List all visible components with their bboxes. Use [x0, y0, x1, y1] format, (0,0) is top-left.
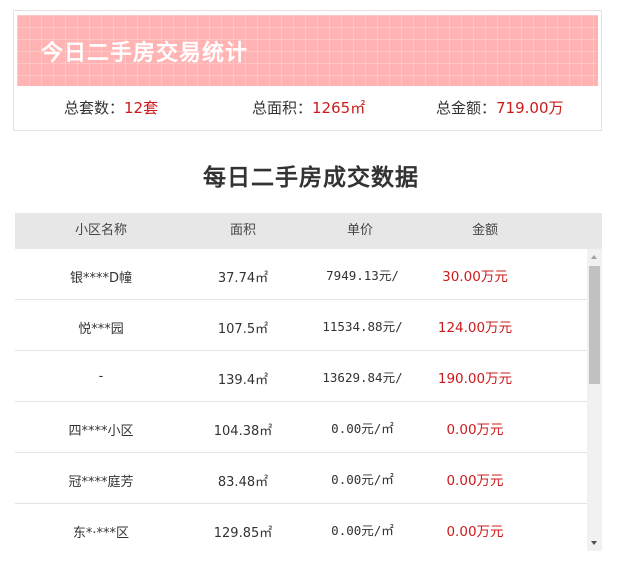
header-community-name: 小区名称	[74, 223, 127, 238]
table-row: 银****D幢 37.74㎡ 7949.13元/ 30.00万元	[15, 249, 587, 300]
total-amount-value: 719.00万	[496, 99, 564, 117]
cell-area: 104.38㎡	[213, 424, 273, 439]
scroll-down-arrow-icon[interactable]	[587, 536, 602, 551]
cell-amount: 0.00万元	[446, 422, 504, 438]
cell-community-name: 冠****庭芳	[68, 475, 134, 490]
table-header: 小区名称 面积 单价 金额	[15, 213, 602, 249]
cell-community-name: 四****小区	[68, 424, 134, 439]
table-body[interactable]: 银****D幢 37.74㎡ 7949.13元/ 30.00万元 悦***园 1…	[15, 249, 587, 551]
table-row: 四****小区 104.38㎡ 0.00元/㎡ 0.00万元	[15, 402, 587, 453]
scrollbar-thumb[interactable]	[589, 266, 600, 384]
total-amount-stat: 总金额：719.00万	[436, 97, 564, 118]
total-area-stat: 总面积：1265㎡	[252, 97, 365, 118]
cell-unit-price: 0.00元/㎡	[331, 421, 394, 436]
header-unit-price: 单价	[346, 223, 373, 238]
cell-area: 83.48㎡	[217, 475, 269, 490]
cell-amount: 190.00万元	[437, 371, 513, 387]
cell-area: 129.85㎡	[213, 526, 273, 541]
total-area-value: 1265㎡	[312, 99, 366, 117]
cell-community-name: 银****D幢	[69, 271, 132, 286]
stats-title: 今日二手房交易统计	[41, 41, 249, 66]
total-amount-label: 总金额：	[436, 99, 497, 117]
cell-amount: 30.00万元	[442, 269, 508, 285]
cell-amount: 124.00万元	[437, 320, 513, 336]
cell-community-name: -	[98, 369, 104, 384]
cell-unit-price: 11534.88元/	[322, 319, 403, 334]
stats-card: 今日二手房交易统计 总套数：12套 总面积：1265㎡ 总金额：719.00万	[13, 10, 602, 131]
stats-row: 总套数：12套 总面积：1265㎡ 总金额：719.00万	[14, 97, 601, 121]
cell-unit-price: 0.00元/㎡	[331, 523, 394, 538]
table-row: 东*·***区 129.85㎡ 0.00元/㎡ 0.00万元	[15, 504, 587, 551]
vertical-scrollbar[interactable]	[587, 249, 602, 551]
cell-unit-price: 13629.84元/	[322, 370, 403, 385]
table-row: 冠****庭芳 83.48㎡ 0.00元/㎡ 0.00万元	[15, 453, 587, 504]
stats-banner: 今日二手房交易统计	[17, 15, 598, 86]
cell-community-name: 东*·***区	[72, 526, 130, 541]
cell-area: 37.74㎡	[217, 271, 269, 286]
cell-amount: 0.00万元	[446, 473, 504, 489]
section-title: 每日二手房成交数据	[203, 165, 419, 191]
cell-amount: 0.00万元	[446, 524, 504, 540]
cell-unit-price: 7949.13元/	[326, 268, 399, 283]
header-area: 面积	[229, 223, 256, 238]
total-area-label: 总面积：	[252, 99, 313, 117]
table-row: 悦***园 107.5㎡ 11534.88元/ 124.00万元	[15, 300, 587, 351]
table-row: - 139.4㎡ 13629.84元/ 190.00万元	[15, 351, 587, 402]
scroll-up-arrow-icon[interactable]	[587, 249, 602, 264]
cell-area: 107.5㎡	[217, 322, 269, 337]
total-count-label: 总套数：	[64, 99, 125, 117]
header-amount: 金额	[471, 223, 498, 238]
cell-community-name: 悦***园	[78, 322, 124, 337]
cell-area: 139.4㎡	[217, 373, 269, 388]
cell-unit-price: 0.00元/㎡	[331, 472, 394, 487]
total-count-stat: 总套数：12套	[64, 97, 158, 118]
total-count-value: 12套	[124, 99, 159, 117]
